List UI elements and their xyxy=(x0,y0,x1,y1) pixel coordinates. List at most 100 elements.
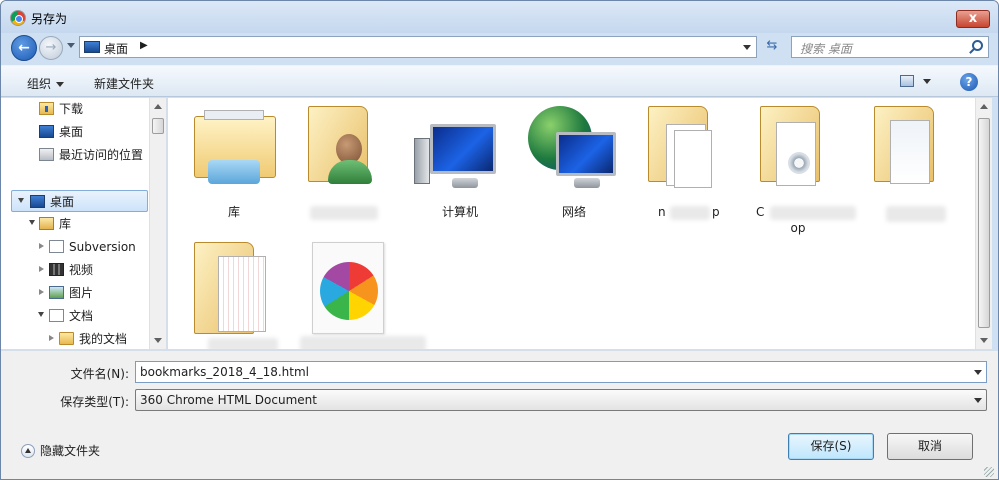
chevron-down-icon[interactable] xyxy=(974,398,982,403)
navigation-bar: ← → 桌面 ▶ ⇆ 搜索 桌面 xyxy=(1,33,998,61)
close-button[interactable]: x xyxy=(956,10,990,28)
address-dropdown-icon[interactable] xyxy=(743,45,751,50)
resize-grip-icon[interactable] xyxy=(984,467,994,477)
folder-page-icon xyxy=(218,256,266,332)
save-button[interactable]: 保存(S) xyxy=(788,433,874,460)
file-item-folder-3[interactable] xyxy=(856,98,968,228)
filetype-select[interactable]: 360 Chrome HTML Document xyxy=(135,389,987,411)
file-item-label: 库 xyxy=(227,205,240,219)
tree-item-desktop[interactable]: 桌面 xyxy=(11,190,148,212)
tree-item-downloads[interactable]: 下载 xyxy=(37,98,147,120)
library-header-strip xyxy=(204,110,264,120)
redacted-label xyxy=(300,336,426,349)
tree-item-pictures[interactable]: 图片 xyxy=(37,282,149,304)
expand-arrow-icon[interactable] xyxy=(29,220,35,225)
filename-field[interactable]: bookmarks_2018_4_18.html xyxy=(135,361,987,383)
file-item-folder-c[interactable]: C op xyxy=(742,98,856,235)
filetype-label: 保存类型(T): xyxy=(60,395,129,409)
file-item-user[interactable] xyxy=(290,98,402,228)
scroll-up-icon[interactable] xyxy=(154,104,162,109)
computer-icon xyxy=(430,124,496,174)
scroll-up-icon[interactable] xyxy=(980,104,988,109)
download-folder-icon xyxy=(39,102,54,115)
collapsed-arrow-icon[interactable] xyxy=(39,266,44,272)
help-button[interactable]: ? xyxy=(960,73,978,91)
tree-item-label: 最近访问的位置 xyxy=(59,148,144,162)
library-icon xyxy=(39,217,54,230)
file-item-label: p xyxy=(712,205,720,219)
collapse-up-icon xyxy=(21,444,35,458)
tree-item-label: 文档 xyxy=(69,309,94,323)
tree-item-recent-places[interactable]: 最近访问的位置 xyxy=(37,144,149,166)
command-toolbar: 组织 新建文件夹 ? xyxy=(1,65,998,97)
redacted-label xyxy=(670,206,710,220)
file-item-label: 计算机 xyxy=(441,205,478,219)
desktop-icon xyxy=(30,195,45,208)
pictures-icon xyxy=(49,286,64,299)
search-icon[interactable] xyxy=(972,40,983,51)
redacted-label xyxy=(770,206,856,220)
recent-pages-dropdown-icon[interactable] xyxy=(67,43,75,48)
file-item-app[interactable] xyxy=(290,236,426,349)
scroll-down-icon[interactable] xyxy=(980,338,988,343)
tree-item-libraries[interactable]: 库 xyxy=(27,213,147,235)
chevron-down-icon[interactable] xyxy=(974,370,982,375)
folder-page-icon xyxy=(674,130,712,188)
new-folder-button[interactable]: 新建文件夹 xyxy=(94,75,154,92)
file-item-folder-4[interactable] xyxy=(178,236,290,349)
collapsed-arrow-icon[interactable] xyxy=(39,243,44,249)
monitor-stand-icon xyxy=(574,178,600,188)
cancel-button[interactable]: 取消 xyxy=(887,433,973,460)
file-list-scrollbar[interactable] xyxy=(975,98,992,349)
hide-folders-label: 隐藏文件夹 xyxy=(40,444,101,458)
refresh-button[interactable]: ⇆ xyxy=(762,36,782,58)
file-item-network[interactable]: 网络 xyxy=(518,98,630,228)
file-item-folder-n[interactable]: n p xyxy=(630,98,742,228)
folder-page-icon xyxy=(890,120,930,184)
redacted-label xyxy=(310,206,378,220)
window-title: 另存为 xyxy=(31,12,68,26)
view-dropdown-icon[interactable] xyxy=(923,79,931,84)
tree-item-label: 桌面 xyxy=(59,125,84,139)
change-view-icon[interactable] xyxy=(900,75,914,87)
filename-value[interactable]: bookmarks_2018_4_18.html xyxy=(140,365,309,379)
folder-icon xyxy=(59,332,74,345)
forward-button[interactable]: → xyxy=(39,36,63,60)
file-item-computer[interactable]: 计算机 xyxy=(404,98,516,228)
organize-button[interactable]: 组织 xyxy=(27,75,65,92)
save-as-dialog: 另存为 x ← → 桌面 ▶ ⇆ 搜索 桌面 组织 新建文件夹 ? 下载 桌面 … xyxy=(0,0,999,480)
file-item-label: 网络 xyxy=(561,205,586,219)
tree-item-label: 库 xyxy=(59,217,72,231)
file-item-label: op xyxy=(790,221,806,235)
search-input[interactable]: 搜索 桌面 xyxy=(791,36,989,58)
video-icon xyxy=(49,263,64,276)
collapsed-arrow-icon[interactable] xyxy=(39,289,44,295)
tree-item-documents[interactable]: 文档 xyxy=(37,305,149,327)
scrollbar-thumb[interactable] xyxy=(152,118,164,134)
address-path[interactable]: 桌面 xyxy=(104,40,128,57)
recent-places-icon xyxy=(39,148,54,161)
desktop-icon xyxy=(39,125,54,138)
expand-arrow-icon[interactable] xyxy=(18,198,24,203)
tree-item-label: 下载 xyxy=(59,102,84,116)
document-library-icon xyxy=(49,240,64,253)
navigation-pane-scrollbar[interactable] xyxy=(149,98,166,349)
network-monitor-icon xyxy=(556,132,616,176)
scroll-down-icon[interactable] xyxy=(154,338,162,343)
breadcrumb-chevron-icon[interactable]: ▶ xyxy=(140,40,148,51)
back-button[interactable]: ← xyxy=(11,35,37,61)
tree-item-subversion[interactable]: Subversion xyxy=(37,236,149,258)
hide-folders-button[interactable]: 隐藏文件夹 xyxy=(21,442,100,459)
address-bar[interactable]: 桌面 ▶ xyxy=(79,36,757,58)
tree-item-videos[interactable]: 视频 xyxy=(37,259,149,281)
desktop-icon xyxy=(84,41,100,53)
chevron-down-icon xyxy=(56,82,65,87)
redacted-label xyxy=(886,206,946,222)
monitor-stand-icon xyxy=(452,178,478,188)
tree-item-my-documents[interactable]: 我的文档 xyxy=(47,328,149,349)
scrollbar-thumb[interactable] xyxy=(978,118,990,328)
expand-arrow-icon[interactable] xyxy=(38,312,44,317)
tree-item-desktop-fav[interactable]: 桌面 xyxy=(37,121,147,143)
collapsed-arrow-icon[interactable] xyxy=(49,335,54,341)
file-item-library[interactable]: 库 xyxy=(178,98,290,228)
